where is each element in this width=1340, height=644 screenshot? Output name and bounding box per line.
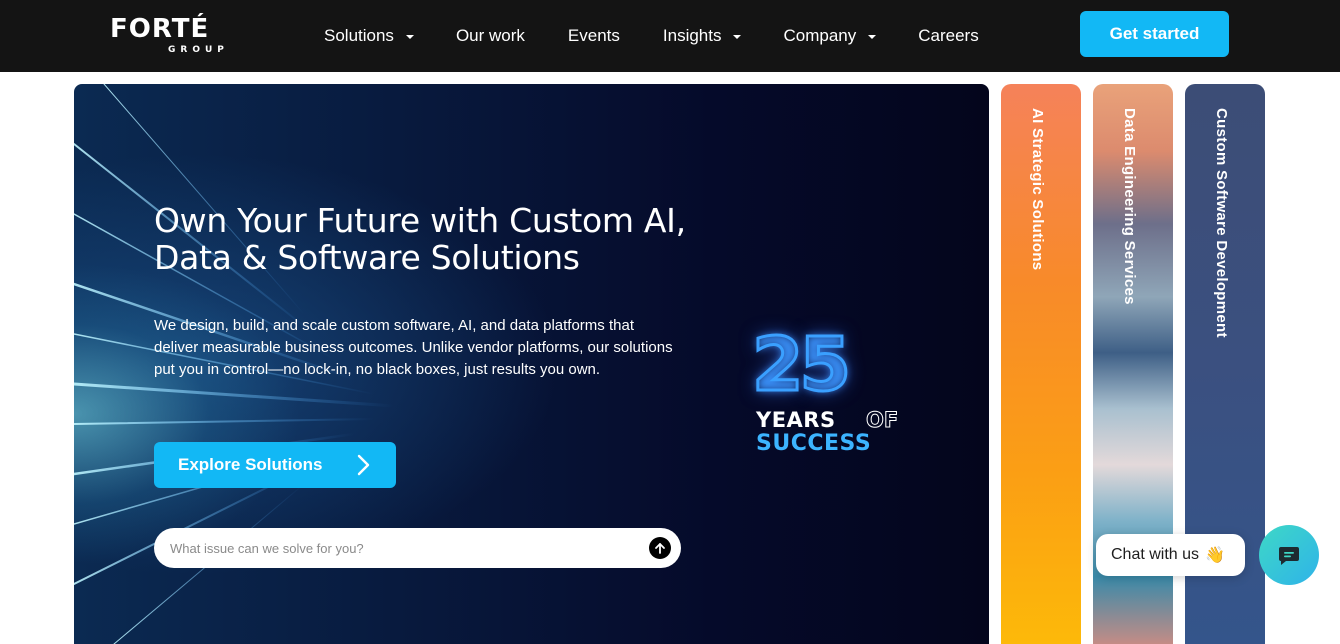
25-years-badge: 25 YEARS OF SUCCESS	[744, 322, 924, 464]
chat-launcher-button[interactable]	[1259, 525, 1319, 585]
issue-search-bar	[154, 528, 681, 568]
submit-button[interactable]	[649, 537, 671, 559]
card-label: Custom Software Development	[1213, 108, 1230, 338]
badge-number: 25	[751, 322, 853, 408]
nav-item-label: Solutions	[324, 26, 394, 45]
nav-item-insights[interactable]: Insights	[663, 0, 742, 72]
badge-success-text: SUCCESS	[756, 431, 872, 456]
explore-solutions-button[interactable]: Explore Solutions	[154, 442, 396, 488]
logo-subtitle: GROUP	[168, 45, 229, 55]
card-label: AI Strategic Solutions	[1029, 108, 1046, 271]
top-navbar: FORTÉ GROUP Solutions Our work Events In…	[0, 0, 1340, 72]
nav-item-careers[interactable]: Careers	[918, 0, 978, 72]
issue-search-input[interactable]	[170, 528, 640, 568]
nav-item-label: Events	[567, 26, 620, 45]
chevron-down-icon	[733, 35, 742, 39]
nav-item-label: Careers	[918, 26, 979, 45]
get-started-button[interactable]: Get started	[1080, 11, 1229, 57]
explore-solutions-label: Explore Solutions	[178, 455, 323, 474]
hero-banner: Own Your Future with Custom AI, Data & S…	[74, 84, 989, 644]
chevron-down-icon	[868, 35, 877, 39]
chevron-right-icon	[357, 454, 370, 476]
arrow-up-icon	[655, 543, 665, 554]
nav-item-company[interactable]: Company	[783, 0, 877, 72]
nav-item-our-work[interactable]: Our work	[456, 0, 525, 72]
card-ai-strategic-solutions[interactable]: AI Strategic Solutions	[1001, 84, 1081, 644]
nav-item-label: Company	[783, 26, 857, 45]
chevron-down-icon	[405, 35, 414, 39]
chat-with-us-bubble[interactable]: Chat with us 👋	[1096, 534, 1245, 576]
badge-of-text: OF	[865, 408, 899, 433]
nav-item-label: Insights	[662, 26, 722, 45]
chat-icon	[1279, 547, 1299, 565]
badge-years-text: YEARS	[756, 408, 836, 432]
main-menu: Solutions Our work Events Insights Compa…	[324, 0, 979, 72]
hero-description: We design, build, and scale custom softw…	[154, 317, 673, 378]
logo-wordmark: FORTÉ	[110, 14, 210, 44]
nav-item-events[interactable]: Events	[568, 0, 620, 72]
chat-label: Chat with us	[1111, 546, 1200, 563]
nav-item-solutions[interactable]: Solutions	[324, 0, 414, 72]
waving-hand-icon: 👋	[1205, 547, 1225, 564]
hero-title: Own Your Future with Custom AI, Data & S…	[154, 201, 686, 277]
forte-group-logo[interactable]: FORTÉ GROUP	[110, 12, 250, 60]
nav-item-label: Our work	[455, 26, 525, 45]
card-label: Data Engineering Services	[1121, 108, 1138, 305]
